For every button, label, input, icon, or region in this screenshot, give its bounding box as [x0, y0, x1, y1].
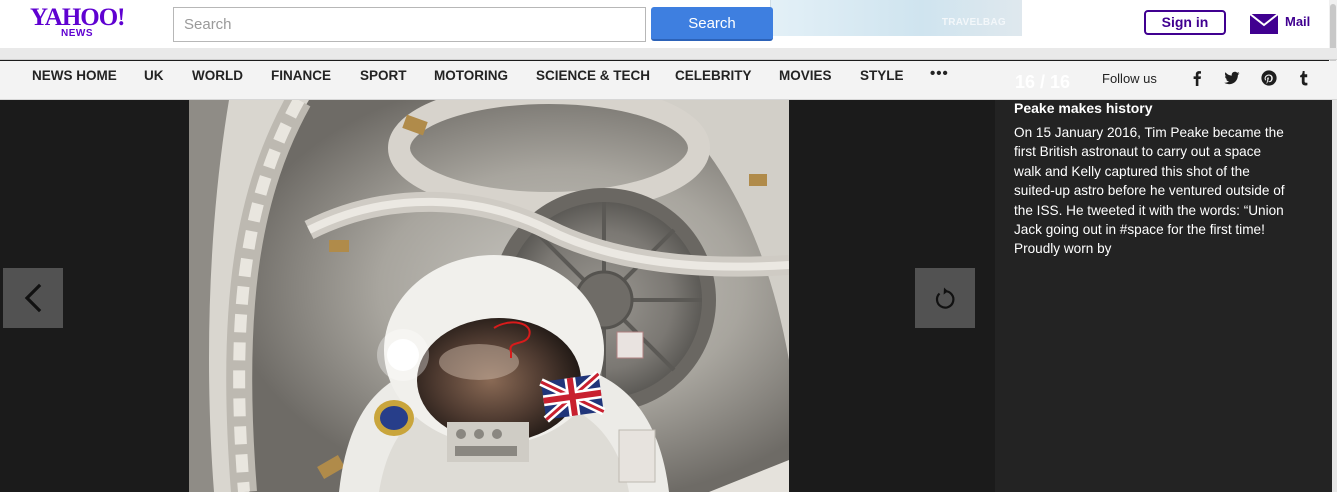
pinterest-icon[interactable] — [1260, 69, 1278, 87]
search-button[interactable]: Search — [651, 7, 773, 41]
nav-uk[interactable]: UK — [144, 68, 164, 83]
header-divider — [0, 48, 1337, 60]
nav-news-home[interactable]: NEWS HOME — [32, 68, 117, 83]
caption-title: Peake makes history — [1014, 100, 1153, 116]
nav-science-tech[interactable]: SCIENCE & TECH — [536, 68, 650, 83]
sign-in-button[interactable]: Sign in — [1144, 10, 1226, 35]
facebook-icon[interactable] — [1188, 69, 1206, 87]
replay-slideshow-button[interactable] — [915, 268, 975, 328]
yahoo-news-logo[interactable]: YAHOO! NEWS — [30, 5, 126, 43]
replay-icon — [935, 287, 955, 309]
envelope-icon — [1250, 14, 1278, 34]
mail-label: Mail — [1285, 14, 1311, 29]
search-input[interactable] — [173, 7, 646, 42]
logo-subtitle: NEWS — [61, 28, 93, 39]
more-menu-button[interactable]: ••• — [930, 65, 949, 82]
advertisement-banner[interactable]: TRAVELBAG — [770, 0, 1022, 36]
nav-celebrity[interactable]: CELEBRITY — [675, 68, 752, 83]
mail-link[interactable]: Mail — [1250, 13, 1316, 35]
tumblr-icon[interactable] — [1295, 69, 1313, 87]
main-nav: NEWS HOME UK WORLD FINANCE SPORT MOTORIN… — [0, 61, 1337, 100]
astronaut-photo-illustration — [189, 100, 789, 492]
chevron-left-icon — [24, 283, 42, 313]
site-header: YAHOO! NEWS TRAVELBAG Search Sign in Mai… — [0, 0, 1337, 48]
nav-movies[interactable]: MOVIES — [779, 68, 832, 83]
nav-sport[interactable]: SPORT — [360, 68, 407, 83]
nav-style[interactable]: STYLE — [860, 68, 904, 83]
caption-text: On 15 January 2016, Tim Peake became the… — [1014, 125, 1285, 257]
ad-brand-text: TRAVELBAG — [941, 17, 1006, 28]
nav-world[interactable]: WORLD — [192, 68, 243, 83]
page-edge-strip — [1332, 100, 1337, 492]
nav-motoring[interactable]: MOTORING — [434, 68, 508, 83]
slide-photo-astronaut[interactable] — [189, 100, 789, 492]
previous-slide-button[interactable] — [3, 268, 63, 328]
slide-counter: 16 / 16 — [1015, 72, 1071, 92]
follow-us-label: Follow us — [1102, 71, 1157, 86]
caption-panel: Peake makes history On 15 January 2016, … — [995, 100, 1332, 492]
twitter-icon[interactable] — [1223, 69, 1241, 87]
slideshow-stage — [0, 100, 995, 492]
nav-finance[interactable]: FINANCE — [271, 68, 331, 83]
